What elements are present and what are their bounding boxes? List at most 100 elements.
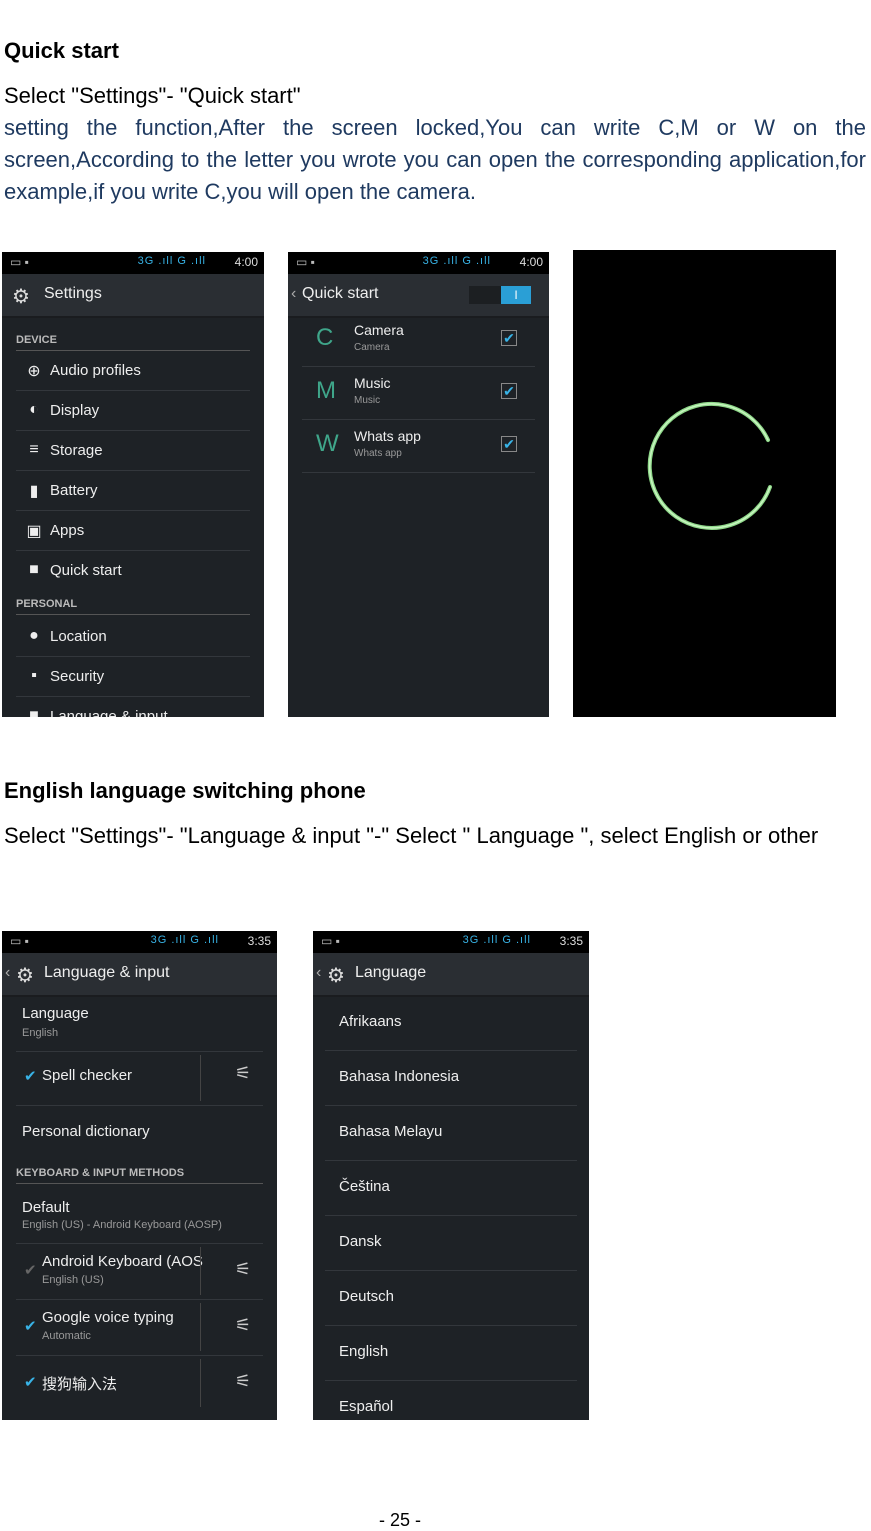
signal-indicator: 3G .ıll G .ıll (137, 255, 206, 267)
divider (200, 1303, 201, 1351)
signal-indicator: 3G .ıll G .ıll (150, 934, 219, 946)
app-name: Camera (354, 322, 404, 338)
audio-icon: ⊕ (27, 363, 41, 380)
language-label: Afrikaans (339, 1013, 402, 1030)
action-bar: ‹ Quick start I (288, 274, 549, 318)
settings-item-storage[interactable]: ≡ Storage (16, 432, 250, 471)
checkbox-checked-icon[interactable]: ✔ (24, 1317, 37, 1335)
settings-item-label: Battery (50, 482, 98, 499)
settings-item-label: Display (50, 402, 100, 419)
language-label: Bahasa Indonesia (339, 1068, 460, 1085)
quick-start-item-whats-app[interactable]: W Whats app Whats app ✔ (302, 420, 535, 473)
settings-item-security[interactable]: ▪ Security (16, 658, 250, 697)
divider (200, 1247, 201, 1295)
checkbox-checked-icon[interactable]: ✔ (501, 330, 517, 346)
settings-screenshot: ▭ ▪ 3G .ıll G .ıll 4:00 ⚙ Settings DEVIC… (2, 252, 264, 717)
signal-indicator: 3G .ıll G .ıll (422, 255, 491, 267)
app-subtitle: Whats app (354, 448, 402, 459)
checkbox-checked-icon[interactable]: ✔ (24, 1373, 37, 1391)
language-option[interactable]: English (325, 1325, 577, 1381)
language-label: English (339, 1343, 389, 1360)
language-list-screenshot: ▭ ▪ 3G .ıll G .ıll 3:35 ‹ ⚙ Language Afr… (313, 931, 589, 1420)
quick-start-instruction: Select "Settings"- "Quick start" (4, 83, 301, 108)
settings-item-location[interactable]: ● Location (16, 618, 250, 657)
section-header-personal: PERSONAL (16, 598, 250, 615)
screen-title: Language & input (44, 964, 170, 981)
language-input-screenshot: ▭ ▪ 3G .ıll G .ıll 3:35 ‹ ⚙ Language & i… (2, 931, 277, 1420)
quick-start-icon: ■ (29, 561, 39, 578)
gesture-c-screenshot (573, 250, 836, 717)
language-setting[interactable]: Language English (16, 997, 263, 1052)
section-heading-quick-start: Quick start (4, 38, 119, 63)
spell-checker-setting[interactable]: ✔ Spell checker ⚟ (16, 1051, 263, 1106)
checkbox-checked-icon[interactable]: ✔ (24, 1067, 37, 1085)
checkbox-disabled-icon: ✔ (24, 1262, 37, 1279)
settings-item-label: Location (50, 628, 107, 645)
apps-icon: ▣ (26, 523, 42, 540)
back-chevron-icon[interactable]: ‹ (316, 964, 321, 982)
personal-dictionary-setting[interactable]: Personal dictionary (16, 1105, 263, 1161)
settings-sliders-icon[interactable]: ⚟ (235, 1315, 251, 1336)
android-keyboard-setting[interactable]: ✔ Android Keyboard (AOS English (US) ⚟ (16, 1243, 263, 1300)
settings-item-label: Security (50, 668, 105, 685)
language-option[interactable]: Deutsch (325, 1270, 577, 1326)
language-option[interactable]: Dansk (325, 1215, 577, 1271)
display-icon: ◐ (29, 401, 39, 418)
location-icon: ● (29, 627, 39, 644)
settings-item-language-input[interactable]: ■ Language & input (16, 698, 250, 717)
quick-start-screenshot: ▭ ▪ 3G .ıll G .ıll 4:00 ‹ Quick start I … (288, 252, 549, 717)
app-name: Whats app (354, 428, 421, 444)
signal-indicator: 3G .ıll G .ıll (462, 934, 531, 946)
status-bar: ▭ ▪ 3G .ıll G .ıll 4:00 (288, 252, 549, 274)
setting-label: Language (22, 1005, 89, 1022)
settings-sliders-icon[interactable]: ⚟ (235, 1259, 251, 1280)
back-chevron-icon[interactable]: ‹ (5, 964, 10, 982)
settings-item-quick-start[interactable]: ■ Quick start (16, 552, 250, 590)
lock-icon: ▪ (31, 667, 37, 684)
language-option[interactable]: Bahasa Indonesia (325, 1050, 577, 1106)
clock: 4:00 (234, 255, 258, 269)
settings-sliders-icon[interactable]: ⚟ (235, 1063, 251, 1084)
notification-icons: ▭ ▪ (296, 255, 315, 269)
language-option[interactable]: Čeština (325, 1160, 577, 1216)
screen-title: Language (355, 964, 427, 981)
settings-item-display[interactable]: ◐ Display (16, 392, 250, 431)
language-label: Čeština (339, 1178, 390, 1195)
language-option[interactable]: Afrikaans (325, 995, 577, 1051)
checkbox-checked-icon[interactable]: ✔ (501, 383, 517, 399)
action-bar: ⚙ Settings (2, 274, 264, 318)
settings-item-label: Quick start (50, 562, 122, 579)
language-label: Español (339, 1398, 394, 1415)
section-heading-language: English language switching phone (4, 778, 366, 803)
settings-item-battery[interactable]: ▮ Battery (16, 472, 250, 511)
divider (200, 1055, 201, 1101)
gear-icon: ⚙ (12, 286, 30, 308)
clock: 4:00 (519, 255, 543, 269)
quick-start-description: setting the function,After the screen lo… (4, 115, 866, 204)
checkbox-checked-icon[interactable]: ✔ (501, 436, 517, 452)
gesture-letter: W (316, 430, 339, 457)
default-keyboard-setting[interactable]: Default English (US) - Android Keyboard … (16, 1187, 263, 1244)
clock: 3:35 (247, 934, 271, 948)
quick-start-item-camera[interactable]: C Camera Camera ✔ (302, 314, 535, 367)
quick-start-toggle[interactable]: I (469, 286, 531, 304)
setting-label: Default (22, 1199, 70, 1216)
setting-value: English (US) - Android Keyboard (AOSP) (22, 1219, 222, 1231)
language-option[interactable]: Español (325, 1380, 577, 1420)
section-header-device: DEVICE (16, 334, 250, 351)
setting-value: English (US) (42, 1274, 104, 1286)
settings-item-label: Storage (50, 442, 103, 459)
sogou-input-setting[interactable]: ✔ 搜狗输入法 ⚟ (16, 1355, 263, 1411)
notification-icons: ▭ ▪ (10, 255, 29, 269)
back-chevron-icon[interactable]: ‹ (291, 285, 296, 303)
language-option[interactable]: Bahasa Melayu (325, 1105, 577, 1161)
settings-item-apps[interactable]: ▣ Apps (16, 512, 250, 551)
clock: 3:35 (559, 934, 583, 948)
google-voice-typing-setting[interactable]: ✔ Google voice typing Automatic ⚟ (16, 1299, 263, 1356)
gear-icon: ⚙ (327, 965, 345, 987)
settings-item-audio-profiles[interactable]: ⊕ Audio profiles (16, 352, 250, 391)
quick-start-item-music[interactable]: M Music Music ✔ (302, 367, 535, 420)
setting-label: 搜狗输入法 (42, 1376, 118, 1393)
settings-sliders-icon[interactable]: ⚟ (235, 1371, 251, 1392)
setting-label: Spell checker (42, 1067, 133, 1084)
